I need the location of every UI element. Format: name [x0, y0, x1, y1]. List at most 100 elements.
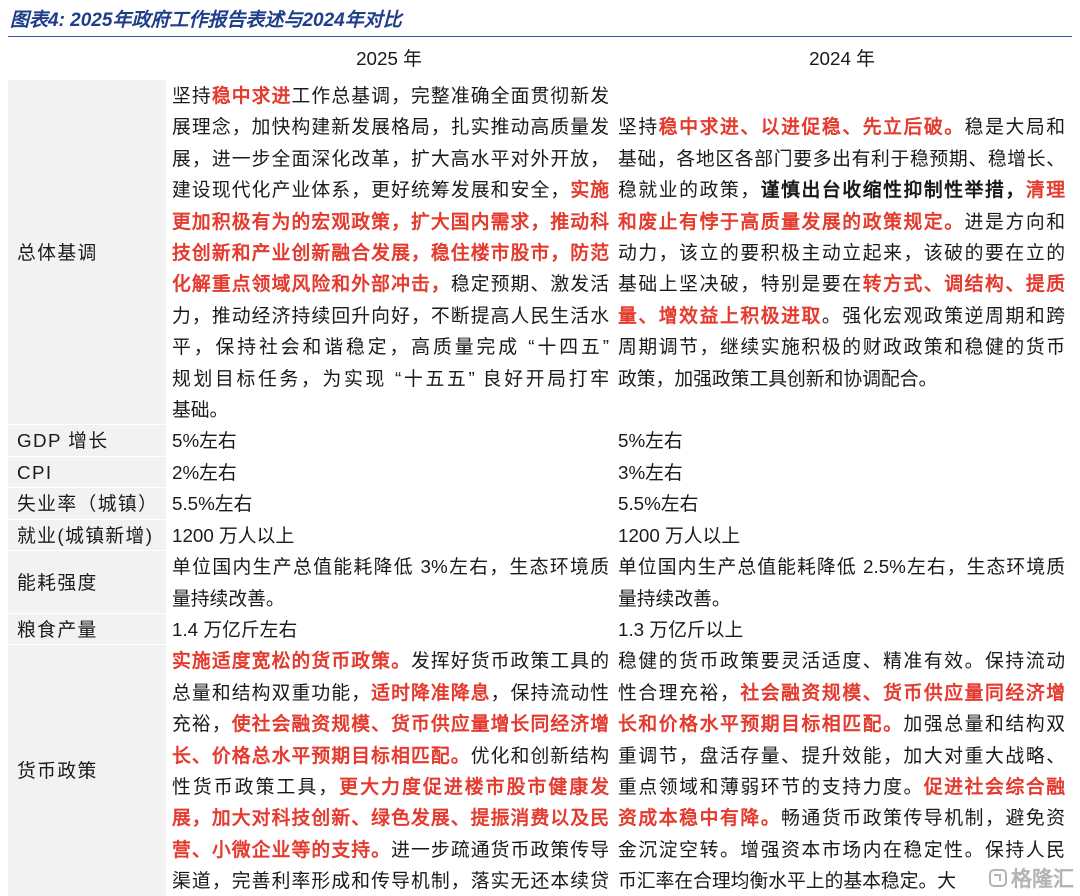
text-line: 1.4 万亿斤左右: [172, 614, 609, 645]
emphasis-text: 更加积极有为的宏观政策，扩大国内需求，推动科: [172, 210, 609, 232]
body-text: 量持续改善。: [172, 587, 285, 609]
cell-2025: 坚持稳中求进工作总基调，完整准确全面贯彻新发 展理念，加快构建新发展格局，扎实推动…: [166, 80, 612, 425]
row-label: 货币政策: [8, 645, 166, 896]
text-line: 力，推动经济持续回升向好，不断提高人民生活水: [172, 300, 609, 331]
emphasis-text: 促进社会综合融: [923, 775, 1066, 797]
body-text: 畅通货币政策传导机制，避免资: [781, 807, 1066, 829]
body-text: 充裕，: [172, 713, 232, 735]
text-line: 基础上坚决破，特别是要在转方式、调结构、提质: [618, 268, 1065, 299]
emphasis-text: 更大力度促进楼市股市健康发: [339, 775, 610, 797]
body-text: 重调节，盘活存量、提升效能，加大对重大战略、: [618, 744, 1065, 766]
body-text: 5.5%左右: [172, 493, 253, 515]
text-line: 量持续改善。: [618, 583, 1065, 614]
cell-2025: 5%左右: [166, 425, 612, 456]
row-label: 总体基调: [8, 80, 166, 426]
body-text: 单位国内生产总值能耗降低 2.5%左右，生态环境质: [618, 556, 1065, 578]
body-text: 规划目标任务，为实现 “十五五” 良好开局打牢: [172, 367, 609, 389]
row-unemployment: 失业率（城镇） 5.5%左右 5.5%左右: [8, 488, 1072, 520]
emphasis-text: 长、价格总水平预期目标相匹配。: [172, 744, 471, 766]
body-text: 5%左右: [172, 430, 237, 452]
text-line: 单位国内生产总值能耗降低 2.5%左右，生态环境质: [618, 551, 1065, 582]
text-line: 展，进一步全面深化改革，扩大高水平对外开放，: [172, 143, 609, 174]
text-line: 长和价格水平预期目标相匹配。加强总量和结构双: [618, 708, 1065, 739]
cell-2025: 单位国内生产总值能耗降低 3%左右，生态环境质 量持续改善。: [166, 551, 612, 614]
row-label: GDP 增长: [8, 425, 166, 457]
body-text: 坚持: [172, 85, 212, 106]
text-line: 资成本稳中有降。畅通货币政策传导机制，避免资: [618, 802, 1065, 833]
cell-2024: 1200 万人以上: [612, 520, 1072, 551]
body-text: 单位国内生产总值能耗降低 3%左右，生态环境质: [172, 556, 609, 578]
text-line: 稳健的货币政策要灵活适度、精准有效。保持流动: [618, 645, 1065, 676]
cell-2024: 1.3 万亿斤以上: [612, 614, 1072, 645]
body-text: 1200 万人以上: [172, 524, 295, 546]
cell-2025: 实施适度宽松的货币政策。发挥好货币政策工具的 总量和结构双重功能，适时降准降息，保…: [166, 645, 612, 896]
row-label: 失业率（城镇）: [8, 488, 166, 520]
body-text: 渠道，完善利率形成和传导机制，落实无还本续贷: [172, 870, 609, 892]
body-text: 周期调节，继续实施积极的财政政策和稳健的货币: [618, 336, 1065, 358]
body-text: 进是方向和: [964, 210, 1066, 232]
title-rule: [8, 36, 1072, 37]
body-text: 发挥好货币政策工具的: [410, 650, 610, 672]
text-line: 总量和结构双重功能，适时降准降息，保持流动性: [172, 677, 609, 708]
cell-2025: 5.5%左右: [166, 488, 612, 519]
body-text: 重点领域和薄弱环节的支持力度。: [618, 775, 924, 797]
row-monetary-policy: 货币政策 实施适度宽松的货币政策。发挥好货币政策工具的 总量和结构双重功能，适时降…: [8, 645, 1072, 896]
text-line: 1200 万人以上: [618, 520, 1065, 551]
body-text: 性合理充裕，: [618, 681, 741, 703]
text-line: 周期调节，继续实施积极的财政政策和稳健的货币: [618, 331, 1065, 362]
emphasis-text: 化解重点领域风险和外部冲击，: [172, 273, 451, 295]
body-text: 性货币政策工具，: [172, 775, 340, 797]
emphasis-text: 稳中求进、以进促稳、先立后破。: [658, 116, 965, 138]
row-label: 就业(城镇新增): [8, 519, 166, 552]
text-line: 基础。: [172, 394, 609, 425]
body-text: 工作总基调，完整准确全面贯彻新发: [291, 85, 610, 106]
text-line: 平，保持社会和谐稳定，高质量完成 “十四五”: [172, 331, 609, 362]
emphasis-text: 技创新和产业创新融合发展，稳住楼市股市，防范: [172, 242, 609, 264]
body-text: 力，推动经济持续回升向好，不断提高人民生活水: [172, 304, 609, 326]
body-text: 5.5%左右: [618, 493, 699, 515]
text-line: 规划目标任务，为实现 “十五五” 良好开局打牢: [172, 363, 609, 394]
header-2025: 2025 年: [356, 48, 422, 70]
body-text: 展，进一步全面深化改革，扩大高水平对外开放，: [172, 147, 609, 169]
text-line: 展，加大对科技创新、绿色发展、提振消费以及民: [172, 802, 609, 833]
body-text: 金沉淀空转。增强资本市场内在稳定性。保持人民: [618, 838, 1065, 860]
text-line: 化解重点领域风险和外部冲击，稳定预期、激发活: [172, 268, 609, 299]
cell-2024: 稳健的货币政策要灵活适度、精准有效。保持流动性合理充裕，社会融资规模、货币供应量…: [612, 645, 1072, 896]
body-text: 币汇率在合理均衡水平上的基本稳定。大: [618, 870, 957, 892]
body-text: 基础，各地区各部门要多出有利于稳预期、稳增长、: [618, 147, 1065, 169]
text-line: 2%左右: [172, 457, 609, 488]
text-line: 充裕，使社会融资规模、货币供应量增长同经济增: [172, 708, 609, 739]
comparison-table: 2025 年 2024 年 总体基调 坚持稳中求进工作总基调，完整准确全面贯彻新…: [8, 38, 1072, 896]
cell-2025: 1.4 万亿斤左右: [166, 614, 612, 645]
body-text: 稳定预期、激发活: [450, 273, 609, 295]
body-text: 量持续改善。: [618, 587, 731, 609]
row-gdp-growth: GDP 增长 5%左右 5%左右: [8, 425, 1072, 457]
body-text: 1.4 万亿斤左右: [172, 618, 298, 640]
body-text: 稳是大局和: [964, 116, 1066, 138]
text-line: 展理念，加快构建新发展格局，扎实推动高质量发: [172, 111, 609, 142]
text-line: 单位国内生产总值能耗降低 3%左右，生态环境质: [172, 551, 609, 582]
text-line: 技创新和产业创新融合发展，稳住楼市股市，防范: [172, 237, 609, 268]
cell-2025: 2%左右: [166, 457, 612, 488]
emphasis-text: 资成本稳中有降。: [618, 807, 782, 829]
body-text: 3%左右: [618, 461, 683, 483]
body-text: 稳健的货币政策要灵活适度、精准有效。保持流动: [618, 650, 1065, 672]
cell-2024: 5.5%左右: [612, 488, 1072, 519]
text-line: 性合理充裕，社会融资规模、货币供应量同经济增: [618, 677, 1065, 708]
body-text: 政策，加强政策工具创新和协调配合。: [618, 367, 938, 389]
body-text: 基础。: [172, 399, 229, 421]
row-label: 粮食产量: [8, 613, 166, 646]
row-energy-intensity: 能耗强度 单位国内生产总值能耗降低 3%左右，生态环境质 量持续改善。 单位国内生…: [8, 551, 1072, 614]
emphasis-text: 量、增效益上积极进取: [618, 304, 822, 326]
body-text: 平，保持社会和谐稳定，高质量完成 “十四五”: [172, 336, 609, 358]
document-page: 图表4: 2025年政府工作报告表述与2024年对比 2025 年 2024 年…: [0, 0, 1080, 896]
text-line: 坚持稳中求进、以进促稳、先立后破。稳是大局和: [618, 111, 1065, 142]
cell-2024: 5%左右: [612, 425, 1072, 456]
emphasis-text: 长和价格水平预期目标相匹配。: [618, 713, 904, 735]
emphasis-text: 适时降准降息: [371, 681, 491, 703]
text-line: 坚持稳中求进工作总基调，完整准确全面贯彻新发: [172, 80, 609, 111]
text-line: 政策，加强政策工具创新和协调配合。: [618, 363, 1065, 394]
text-line: 5.5%左右: [618, 488, 1065, 519]
header-2024: 2024 年: [809, 48, 875, 70]
text-line: 和废止有悖于高质量发展的政策规定。进是方向和: [618, 206, 1065, 237]
